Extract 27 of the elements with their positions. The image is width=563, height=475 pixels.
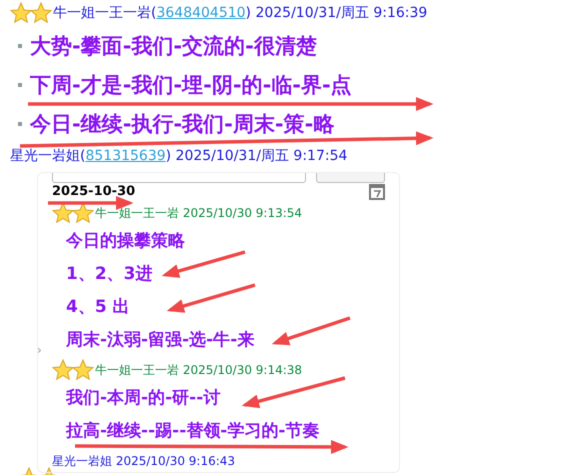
message-text: 1、2、3进 bbox=[66, 263, 152, 285]
date-heading: 2025-10-30 bbox=[52, 184, 136, 198]
author-name: 星光一岩姐( bbox=[10, 147, 86, 165]
bullet-icon bbox=[18, 44, 22, 48]
star-icon bbox=[52, 202, 94, 224]
chevron-icon[interactable]: › bbox=[38, 343, 42, 357]
star-icon bbox=[10, 2, 52, 24]
qq-link[interactable]: 851315639 bbox=[85, 148, 166, 164]
calendar-icon[interactable] bbox=[369, 182, 385, 200]
qq-link[interactable]: 3648404510 bbox=[156, 5, 246, 21]
message-text: 今日-继续-执行-我们-周末-策-略 bbox=[30, 110, 334, 138]
bullet-icon bbox=[18, 82, 22, 86]
message-header: 牛一姐一王一岩 2025/10/30 9:14:38 bbox=[95, 362, 302, 378]
message-text: 今日的操攀策略 bbox=[66, 230, 185, 252]
author-name: 牛一姐一王一岩( bbox=[53, 4, 156, 22]
message-text: 我们-本周-的-研--讨 bbox=[66, 387, 220, 409]
message-text: 下周-才是-我们-埋-阴-的-临-界-点 bbox=[30, 72, 352, 98]
message-header: 牛一姐一王一岩 2025/10/30 9:13:54 bbox=[95, 204, 302, 222]
message-header: 星光一岩姐 2025/10/30 9:16:43 bbox=[52, 452, 236, 470]
bullet-icon bbox=[18, 122, 22, 126]
message-text: 周末-汰弱-留强-选-牛-来 bbox=[66, 329, 254, 351]
star-icon bbox=[52, 359, 94, 381]
post-time: ) 2025/10/31/周五 9:16:39 bbox=[246, 4, 428, 22]
message-text: 4、5 出 bbox=[66, 296, 130, 318]
post-time: ) 2025/10/31/周五 9:17:54 bbox=[166, 147, 348, 165]
message-text: 拉高-继续--踢--替领-学习的-节奏 bbox=[66, 420, 320, 442]
message-text: 大势-攀面-我们-交流的-很清楚 bbox=[30, 32, 317, 60]
